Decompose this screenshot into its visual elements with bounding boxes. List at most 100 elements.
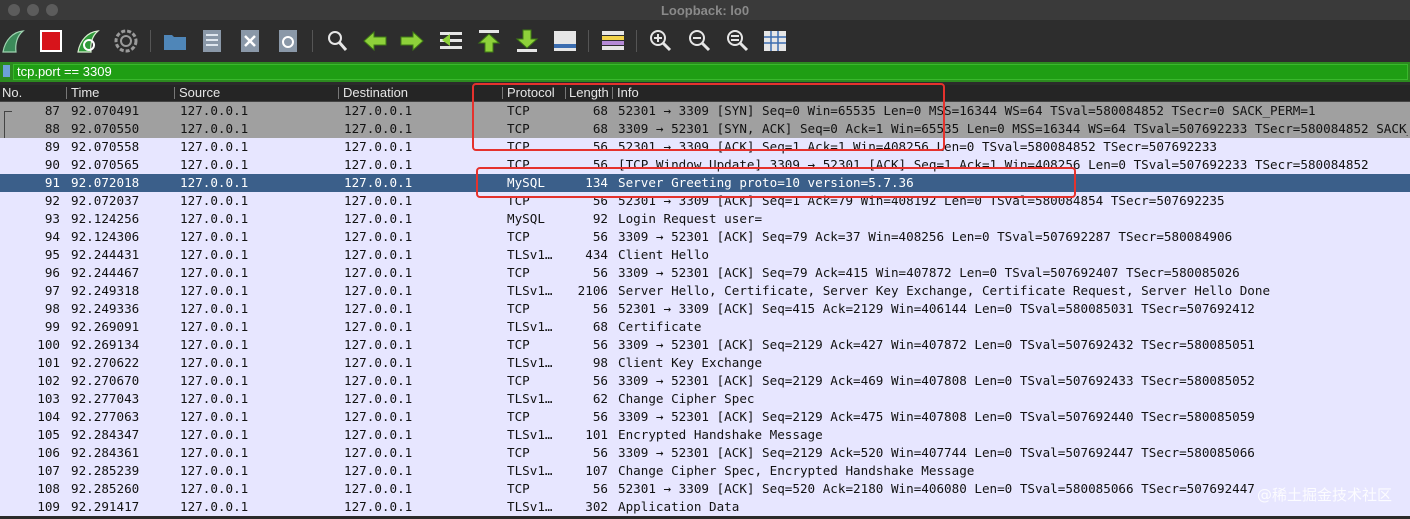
packet-source: 127.0.0.1 [180, 463, 249, 478]
packet-source: 127.0.0.1 [180, 427, 249, 442]
packet-row[interactable]: 97 92.249318 127.0.0.1 127.0.0.1 TLSv1… 2106 S… [0, 282, 1410, 300]
stop-square-icon[interactable] [37, 27, 65, 55]
column-destination[interactable]: Destination [343, 85, 498, 101]
packet-length: 56 [592, 445, 608, 460]
packet-destination: 127.0.0.1 [344, 391, 413, 406]
packet-row[interactable]: 99 92.269091 127.0.0.1 127.0.0.1 TLSv1… 68 Cer… [0, 318, 1410, 336]
packet-destination: 127.0.0.1 [344, 427, 413, 442]
packet-row[interactable]: 109 92.291417 127.0.0.1 127.0.0.1 TLSv1… 302 A… [0, 498, 1410, 516]
arrow-right-icon[interactable] [398, 27, 426, 55]
column-source[interactable]: Source [179, 85, 334, 101]
column-info[interactable]: Info [617, 85, 1397, 101]
column-no[interactable]: No. [2, 85, 66, 101]
packet-time: 92.070565 [71, 157, 140, 172]
packet-time: 92.072018 [71, 175, 140, 190]
packet-row[interactable]: 93 92.124256 127.0.0.1 127.0.0.1 MySQL 92 Logi… [0, 210, 1410, 228]
packet-row[interactable]: 91 92.072018 127.0.0.1 127.0.0.1 MySQL 134 Ser… [0, 174, 1410, 192]
packet-number: 90 [44, 157, 60, 172]
packet-info: 3309 → 52301 [ACK] Seq=79 Ack=415 Win=40… [618, 265, 1240, 280]
column-divider[interactable] [565, 87, 566, 99]
column-divider[interactable] [612, 87, 613, 99]
autoscroll-icon[interactable] [551, 27, 579, 55]
packet-protocol: TCP [507, 301, 530, 316]
packet-row[interactable]: 94 92.124306 127.0.0.1 127.0.0.1 TCP 56 3309 →… [0, 228, 1410, 246]
column-time[interactable]: Time [71, 85, 171, 101]
packet-number: 99 [44, 319, 60, 334]
display-filter-input[interactable] [13, 64, 1408, 80]
packet-row[interactable]: 100 92.269134 127.0.0.1 127.0.0.1 TCP 56 3309 … [0, 336, 1410, 354]
packet-source: 127.0.0.1 [180, 355, 249, 370]
document-save-icon[interactable] [198, 27, 226, 55]
packet-source: 127.0.0.1 [180, 301, 249, 316]
packet-time: 92.244431 [71, 247, 140, 262]
column-divider[interactable] [338, 87, 339, 99]
packet-row[interactable]: 106 92.284361 127.0.0.1 127.0.0.1 TCP 56 3309 … [0, 444, 1410, 462]
packet-number: 103 [37, 391, 60, 406]
column-divider[interactable] [174, 87, 175, 99]
display-filter-text[interactable]: tcp.port == 3309 [17, 64, 112, 80]
packet-protocol: TLSv1… [507, 463, 553, 478]
packet-destination: 127.0.0.1 [344, 157, 413, 172]
packet-length: 302 [585, 499, 608, 514]
packet-source: 127.0.0.1 [180, 157, 249, 172]
packet-destination: 127.0.0.1 [344, 175, 413, 190]
zoom-in-icon[interactable] [646, 27, 674, 55]
packet-row[interactable]: 88 92.070550 127.0.0.1 127.0.0.1 TCP 68 3309 →… [0, 120, 1410, 138]
packet-length: 98 [592, 355, 608, 370]
packet-source: 127.0.0.1 [180, 139, 249, 154]
packet-row[interactable]: 90 92.070565 127.0.0.1 127.0.0.1 TCP 56 [TCP W… [0, 156, 1410, 174]
packet-destination: 127.0.0.1 [344, 247, 413, 262]
go-to-packet-icon[interactable] [437, 27, 465, 55]
file-close-icon[interactable] [236, 27, 264, 55]
column-divider[interactable] [66, 87, 67, 99]
packet-length: 2106 [577, 283, 608, 298]
packet-info: Client Key Exchange [618, 355, 763, 370]
packet-length: 56 [592, 139, 608, 154]
column-divider[interactable] [502, 87, 503, 99]
packet-row[interactable]: 95 92.244431 127.0.0.1 127.0.0.1 TLSv1… 434 Cl… [0, 246, 1410, 264]
packet-row[interactable]: 98 92.249336 127.0.0.1 127.0.0.1 TCP 56 52301 … [0, 300, 1410, 318]
last-packet-icon[interactable] [513, 27, 541, 55]
packet-row[interactable]: 92 92.072037 127.0.0.1 127.0.0.1 TCP 56 52301 … [0, 192, 1410, 210]
packet-destination: 127.0.0.1 [344, 229, 413, 244]
column-protocol[interactable]: Protocol [507, 85, 563, 101]
packet-row[interactable]: 107 92.285239 127.0.0.1 127.0.0.1 TLSv1… 107 C… [0, 462, 1410, 480]
packet-row[interactable]: 87 92.070491 127.0.0.1 127.0.0.1 TCP 68 52301 … [0, 102, 1410, 121]
zoom-out-icon[interactable] [685, 27, 713, 55]
packet-row[interactable]: 102 92.270670 127.0.0.1 127.0.0.1 TCP 56 3309 … [0, 372, 1410, 390]
column-length[interactable]: Length [569, 85, 610, 101]
packet-destination: 127.0.0.1 [344, 319, 413, 334]
bookmark-icon[interactable] [3, 65, 10, 77]
packet-info: Server Greeting proto=10 version=5.7.36 [618, 175, 914, 190]
gear-options-icon[interactable] [112, 27, 140, 55]
packet-number: 98 [44, 301, 60, 316]
colorize-icon[interactable] [599, 27, 627, 55]
packet-number: 108 [37, 481, 60, 496]
packet-protocol: TLSv1… [507, 499, 553, 514]
search-icon[interactable] [323, 27, 351, 55]
folder-open-icon[interactable] [161, 27, 189, 55]
shark-fin-start-icon[interactable] [0, 27, 28, 55]
packet-row[interactable]: 108 92.285260 127.0.0.1 127.0.0.1 TCP 56 52301… [0, 480, 1410, 498]
toolbar-separator [312, 30, 313, 52]
first-packet-icon[interactable] [475, 27, 503, 55]
packet-info: Encrypted Handshake Message [618, 427, 823, 442]
packet-row[interactable]: 104 92.277063 127.0.0.1 127.0.0.1 TCP 56 3309 … [0, 408, 1410, 426]
packet-time: 92.124306 [71, 229, 140, 244]
packet-length: 68 [592, 121, 608, 136]
packet-row[interactable]: 105 92.284347 127.0.0.1 127.0.0.1 TLSv1… 101 E… [0, 426, 1410, 444]
reload-icon[interactable] [274, 27, 302, 55]
packet-length: 56 [592, 481, 608, 496]
arrow-left-icon[interactable] [361, 27, 389, 55]
packet-time: 92.070491 [71, 103, 140, 118]
resize-columns-icon[interactable] [761, 27, 789, 55]
packet-time: 92.124256 [71, 211, 140, 226]
packet-row[interactable]: 101 92.270622 127.0.0.1 127.0.0.1 TLSv1… 98 Cl… [0, 354, 1410, 372]
packet-time: 92.072037 [71, 193, 140, 208]
zoom-reset-icon[interactable] [723, 27, 751, 55]
packet-row[interactable]: 103 92.277043 127.0.0.1 127.0.0.1 TLSv1… 62 Ch… [0, 390, 1410, 408]
packet-protocol: TCP [507, 445, 530, 460]
packet-row[interactable]: 89 92.070558 127.0.0.1 127.0.0.1 TCP 56 52301 … [0, 138, 1410, 156]
packet-row[interactable]: 96 92.244467 127.0.0.1 127.0.0.1 TCP 56 3309 →… [0, 264, 1410, 282]
shark-fin-restart-icon[interactable] [75, 27, 103, 55]
